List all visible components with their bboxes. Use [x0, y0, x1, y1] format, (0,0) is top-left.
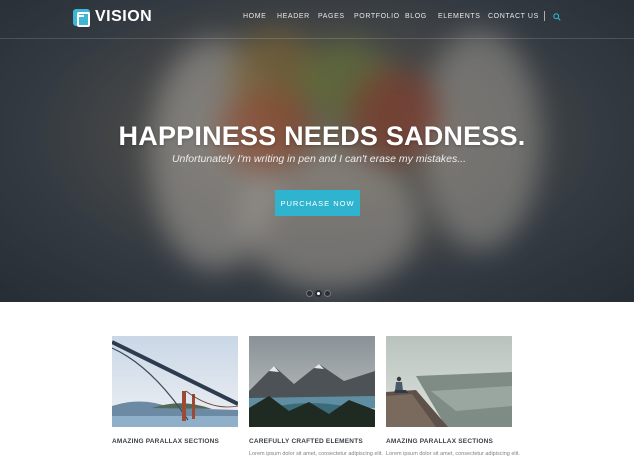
nav-item-blog[interactable]: BLOG: [405, 13, 427, 20]
nav-divider: [544, 11, 545, 21]
card-image-bridge[interactable]: [112, 336, 238, 427]
feature-card: AMAZING PARALLAX SECTIONS: [112, 336, 238, 445]
card-image-cliff[interactable]: [386, 336, 512, 427]
logo-icon: [73, 8, 90, 27]
card-title[interactable]: AMAZING PARALLAX SECTIONS: [112, 438, 219, 445]
slider-dot-2[interactable]: [315, 290, 322, 297]
nav-item-header[interactable]: HEADER: [277, 13, 310, 20]
hero-title: HAPPINESS NEEDS SADNESS.: [118, 121, 526, 151]
slider-dot-3[interactable]: [324, 290, 331, 297]
slider-dot-1[interactable]: [306, 290, 313, 297]
hero-subtitle: Unfortunately I'm writing in pen and I c…: [171, 153, 467, 165]
card-text: Lorem ipsum dolor sit amet, consectetur …: [249, 451, 383, 457]
nav-item-elements[interactable]: ELEMENTS: [438, 13, 481, 20]
purchase-now-button[interactable]: PURCHASE NOW: [275, 190, 360, 216]
nav-item-home[interactable]: HOME: [243, 13, 266, 20]
site-header: VISION HOME HEADER PAGES PORTFOLIO BLOG …: [0, 0, 634, 39]
nav-item-contact-us[interactable]: CONTACT US: [488, 13, 539, 20]
nav-item-pages[interactable]: PAGES: [318, 13, 345, 20]
nav-item-portfolio[interactable]: PORTFOLIO: [354, 13, 400, 20]
card-title[interactable]: AMAZING PARALLAX SECTIONS: [386, 438, 493, 445]
search-icon[interactable]: [553, 13, 561, 21]
logo-text: VISION: [95, 8, 153, 25]
feature-card: CAREFULLY CRAFTED ELEMENTS Lorem ipsum d…: [249, 336, 383, 457]
card-title[interactable]: CAREFULLY CRAFTED ELEMENTS: [249, 438, 363, 445]
card-image-lake[interactable]: [249, 336, 375, 427]
card-text: Lorem ipsum dolor sit amet, consectetur …: [386, 451, 520, 457]
hero-slider: VISION HOME HEADER PAGES PORTFOLIO BLOG …: [0, 0, 634, 302]
feature-card: AMAZING PARALLAX SECTIONS Lorem ipsum do…: [386, 336, 520, 457]
logo[interactable]: VISION: [73, 8, 153, 27]
